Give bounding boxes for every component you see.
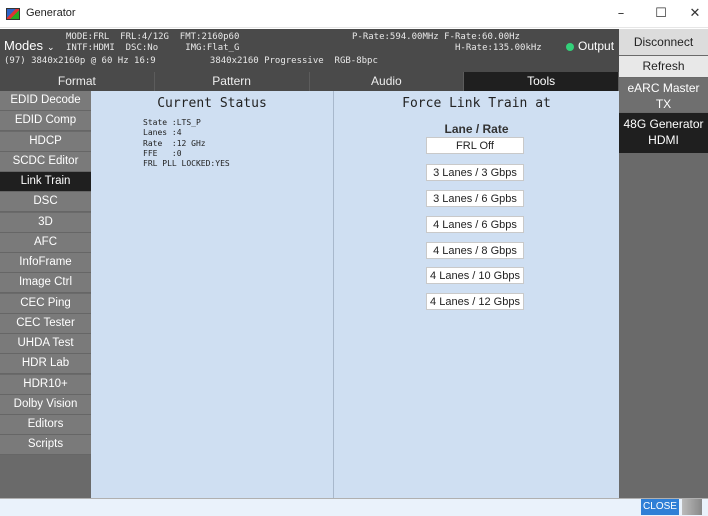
48g-generator-hdmi-button[interactable]: 48G Generator HDMI: [619, 113, 708, 153]
train-4-lanes-8gbps-button[interactable]: 4 Lanes / 8 Gbps: [426, 242, 524, 259]
tools-sidebar: EDID Decode EDID Comp HDCP SCDC Editor L…: [0, 91, 91, 498]
sidebar-item-editors[interactable]: Editors: [0, 415, 91, 435]
train-4-lanes-12gbps-button[interactable]: 4 Lanes / 12 Gbps: [426, 293, 524, 310]
sidebar-item-edid-comp[interactable]: EDID Comp: [0, 111, 91, 132]
modes-label: Modes: [4, 38, 44, 53]
disconnect-button[interactable]: Disconnect: [619, 29, 708, 55]
force-link-train-panel: Force Link Train at Lane / Rate FRL Off …: [334, 91, 619, 498]
tab-tools[interactable]: Tools: [464, 72, 619, 91]
train-3-lanes-6gbps-button[interactable]: 3 Lanes / 6 Gpbs: [426, 190, 524, 207]
lane-rate-header: Lane / Rate: [444, 122, 509, 136]
modes-dropdown[interactable]: Modes ⌄: [4, 38, 55, 53]
sidebar-item-3d[interactable]: 3D: [0, 212, 91, 233]
app-icon: [6, 8, 20, 20]
sidebar-item-scdc-editor[interactable]: SCDC Editor: [0, 151, 91, 172]
sidebar-item-image-ctrl[interactable]: Image Ctrl: [0, 273, 91, 294]
chevron-down-icon: ⌄: [47, 42, 55, 52]
sidebar-item-edid-decode[interactable]: EDID Decode: [0, 91, 91, 111]
minimize-button[interactable]: –: [601, 0, 641, 28]
generator-line-2: HDMI: [648, 133, 679, 147]
status-line-2b: H-Rate:135.00kHz: [455, 43, 542, 53]
title-bar: Generator – ☐ ✕: [0, 0, 708, 28]
sidebar-item-hdcp[interactable]: HDCP: [0, 131, 91, 152]
right-panel: Disconnect Refresh eARC Master TX 48G Ge…: [619, 29, 708, 498]
refresh-button[interactable]: Refresh: [619, 56, 708, 77]
current-status-values: State :LTS_P Lanes :4 Rate :12 GHz FFE :…: [143, 118, 230, 169]
status-line-2a: INTF:HDMI DSC:No IMG:Flat_G: [66, 43, 240, 53]
tab-bar: Format Pattern Audio Tools: [0, 72, 619, 91]
status-panel: Modes ⌄ MODE:FRL FRL:4/12G FMT:2160p60 P-…: [0, 29, 619, 72]
tab-pattern[interactable]: Pattern: [155, 72, 310, 91]
generator-line-1: 48G Generator: [623, 117, 704, 131]
current-status-title: Current Status: [157, 96, 267, 111]
window-title: Generator: [26, 7, 76, 19]
train-3-lanes-3gbps-button[interactable]: 3 Lanes / 3 Gbps: [426, 164, 524, 181]
earc-line-1: eARC Master: [627, 81, 700, 95]
output-status-dot-icon: [566, 42, 574, 51]
sidebar-item-infoframe[interactable]: InfoFrame: [0, 253, 91, 273]
sidebar-item-link-train[interactable]: Link Train: [0, 172, 91, 192]
output-label: Output: [578, 39, 615, 53]
train-4-lanes-10gbps-button[interactable]: 4 Lanes / 10 Gbps: [426, 267, 524, 284]
close-window-button[interactable]: ✕: [675, 0, 708, 28]
close-button[interactable]: CLOSE: [641, 499, 679, 515]
sidebar-item-cec-ping[interactable]: CEC Ping: [0, 293, 91, 314]
sidebar-item-dolby-vision[interactable]: Dolby Vision: [0, 394, 91, 415]
resize-grip[interactable]: [682, 499, 702, 515]
force-link-train-title: Force Link Train at: [402, 96, 551, 111]
sidebar-item-hdr-lab[interactable]: HDR Lab: [0, 354, 91, 375]
sidebar-item-uhda-test[interactable]: UHDA Test: [0, 334, 91, 354]
sidebar-item-cec-tester[interactable]: CEC Tester: [0, 313, 91, 334]
sidebar-item-dsc[interactable]: DSC: [0, 192, 91, 213]
train-4-lanes-6gbps-button[interactable]: 4 Lanes / 6 Gbps: [426, 216, 524, 233]
bottom-bar: [0, 498, 708, 516]
sidebar-item-scripts[interactable]: Scripts: [0, 435, 91, 456]
status-line-3: (97) 3840x2160p @ 60 Hz 16:9 3840x2160 P…: [4, 56, 378, 66]
status-line-1b: P-Rate:594.00MHz F-Rate:60.00Hz: [352, 32, 520, 42]
status-line-1a: MODE:FRL FRL:4/12G FMT:2160p60: [66, 32, 240, 42]
frl-off-button[interactable]: FRL Off: [426, 137, 524, 154]
earc-master-tx-button[interactable]: eARC Master TX: [619, 78, 708, 112]
sidebar-item-hdr10plus[interactable]: HDR10+: [0, 374, 91, 395]
earc-line-2: TX: [655, 97, 672, 111]
sidebar-item-afc[interactable]: AFC: [0, 232, 91, 253]
output-toggle[interactable]: Output: [566, 39, 614, 53]
current-status-panel: Current Status State :LTS_P Lanes :4 Rat…: [91, 91, 334, 498]
tab-audio[interactable]: Audio: [310, 72, 465, 91]
tab-format[interactable]: Format: [0, 72, 155, 91]
